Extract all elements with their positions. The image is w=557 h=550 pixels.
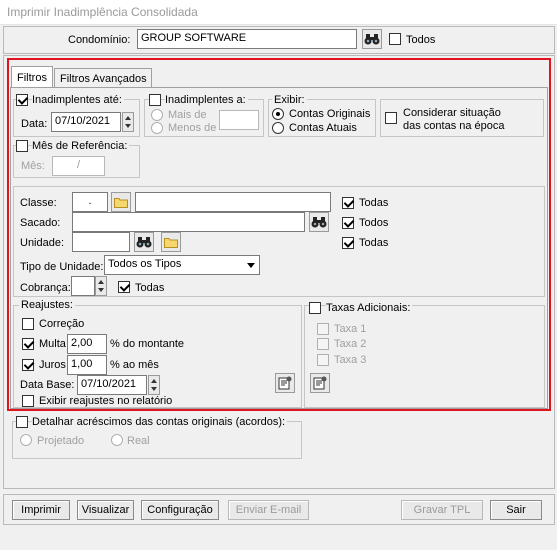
- condominio-todos-checkbox[interactable]: [389, 33, 401, 45]
- projetado-radio[interactable]: [20, 434, 32, 446]
- enviar-email-button-label: Enviar E-mail: [235, 504, 302, 516]
- configuracao-button[interactable]: Configuração: [141, 500, 219, 520]
- real-label: Real: [127, 435, 150, 447]
- imprimir-button-label: Imprimir: [21, 504, 61, 516]
- condominio-todos-label: Todos: [406, 34, 436, 46]
- real-radio[interactable]: [111, 434, 123, 446]
- highlight-rectangle: [7, 58, 551, 411]
- detalhar-checkbox[interactable]: [16, 416, 28, 428]
- condominio-label: Condomínio:: [68, 34, 131, 46]
- configuracao-button-label: Configuração: [147, 504, 213, 516]
- window-titlebar: Imprimir Inadimplência Consolidada: [0, 0, 557, 25]
- visualizar-button-label: Visualizar: [81, 504, 130, 516]
- gravar-tpl-button[interactable]: Gravar TPL: [401, 500, 483, 520]
- visualizar-button[interactable]: Visualizar: [77, 500, 134, 520]
- sair-button-label: Sair: [506, 504, 526, 516]
- gravar-tpl-button-label: Gravar TPL: [413, 504, 471, 516]
- detalhar-label: Detalhar acréscimos das contas originais…: [32, 416, 288, 428]
- window-title: Imprimir Inadimplência Consolidada: [7, 5, 198, 19]
- condominio-search-button[interactable]: [362, 29, 382, 49]
- enviar-email-button[interactable]: Enviar E-mail: [228, 500, 309, 520]
- condominio-field[interactable]: GROUP SOFTWARE: [137, 29, 357, 49]
- projetado-label: Projetado: [37, 435, 85, 447]
- imprimir-button[interactable]: Imprimir: [12, 500, 70, 520]
- sair-button[interactable]: Sair: [490, 500, 542, 520]
- binoculars-icon: [364, 34, 380, 45]
